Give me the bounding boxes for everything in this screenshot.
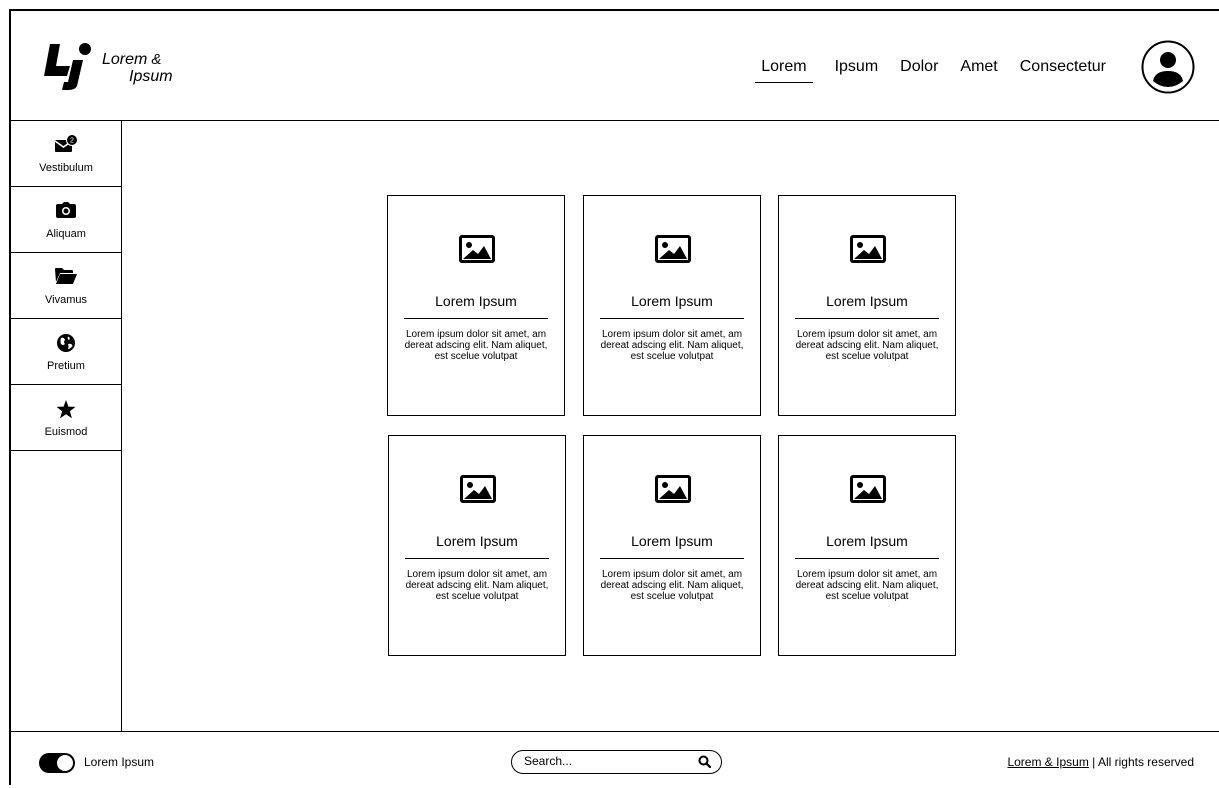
image-icon <box>655 235 691 263</box>
card-title: Lorem Ipsum <box>631 293 713 309</box>
nav-item-lorem[interactable]: Lorem <box>755 58 813 83</box>
sidebar-item-label: Euismod <box>44 426 88 438</box>
image-icon <box>655 475 691 503</box>
card-divider <box>404 318 548 319</box>
brand-name: Lorem & Ipsum <box>102 51 173 85</box>
card-text: Lorem ipsum dolor sit amet, am dereat ad… <box>795 569 939 602</box>
card-divider <box>600 318 744 319</box>
card-divider <box>600 558 744 559</box>
sidebar: 2 Vestibulum Aliquam Vivamus Pretium Eui… <box>11 121 122 731</box>
card-text: Lorem ipsum dolor sit amet, am dereat ad… <box>600 329 744 362</box>
nav-item-ipsum[interactable]: Ipsum <box>835 58 879 83</box>
image-icon <box>460 475 496 503</box>
sidebar-item-label: Vestibulum <box>39 162 93 174</box>
header: Lorem & Ipsum Lorem Ipsum Dolor Amet Cons… <box>11 11 1219 121</box>
card-title: Lorem Ipsum <box>435 293 517 309</box>
card[interactable]: Lorem Ipsum Lorem ipsum dolor sit amet, … <box>778 435 956 656</box>
sidebar-item-euismod[interactable]: Euismod <box>11 385 121 451</box>
card-title: Lorem Ipsum <box>826 533 908 549</box>
card-text: Lorem ipsum dolor sit amet, am dereat ad… <box>405 569 549 602</box>
copyright: Lorem & Ipsum | All rights reserved <box>1007 755 1194 769</box>
image-icon <box>850 475 886 503</box>
logo-icon <box>44 43 91 90</box>
folder-icon <box>55 268 77 284</box>
sidebar-item-aliquam[interactable]: Aliquam <box>11 187 121 253</box>
card[interactable]: Lorem Ipsum Lorem ipsum dolor sit amet, … <box>388 435 566 656</box>
mail-icon: 2 <box>54 134 78 152</box>
image-icon <box>459 235 495 263</box>
card-title: Lorem Ipsum <box>436 533 518 549</box>
copyright-link[interactable]: Lorem & Ipsum <box>1007 755 1088 769</box>
footer: Lorem Ipsum Lorem & Ipsum | All rights r… <box>11 731 1219 788</box>
card-divider <box>795 318 939 319</box>
sidebar-item-label: Vivamus <box>45 294 87 306</box>
search-input[interactable] <box>524 754 684 768</box>
mail-badge: 2 <box>70 138 74 145</box>
toggle-label: Lorem Ipsum <box>84 755 155 769</box>
camera-icon <box>56 202 76 218</box>
theme-toggle[interactable] <box>39 753 75 773</box>
search-box <box>511 750 722 774</box>
brand-line2: Ipsum <box>129 68 173 85</box>
sidebar-item-vestibulum[interactable]: 2 Vestibulum <box>11 121 121 187</box>
image-icon <box>850 235 886 263</box>
globe-icon <box>57 334 75 352</box>
card-title: Lorem Ipsum <box>826 293 908 309</box>
card-divider <box>405 558 549 559</box>
sidebar-item-vivamus[interactable]: Vivamus <box>11 253 121 319</box>
card-divider <box>795 558 939 559</box>
card-text: Lorem ipsum dolor sit amet, am dereat ad… <box>404 329 548 362</box>
sidebar-item-label: Pretium <box>47 360 85 372</box>
card-text: Lorem ipsum dolor sit amet, am dereat ad… <box>600 569 744 602</box>
card-text: Lorem ipsum dolor sit amet, am dereat ad… <box>795 329 939 362</box>
card[interactable]: Lorem Ipsum Lorem ipsum dolor sit amet, … <box>583 195 761 416</box>
nav-item-consectetur[interactable]: Consectetur <box>1020 58 1106 83</box>
toggle-knob <box>57 755 73 771</box>
user-avatar-icon[interactable] <box>1141 40 1195 94</box>
app-frame: Lorem & Ipsum Lorem Ipsum Dolor Amet Cons… <box>9 9 1219 785</box>
sidebar-item-label: Aliquam <box>46 228 86 240</box>
card[interactable]: Lorem Ipsum Lorem ipsum dolor sit amet, … <box>583 435 761 656</box>
top-nav: Lorem Ipsum Dolor Amet Consectetur <box>733 58 1106 83</box>
card[interactable]: Lorem Ipsum Lorem ipsum dolor sit amet, … <box>778 195 956 416</box>
copyright-text: | All rights reserved <box>1088 755 1194 769</box>
brand-line1: Lorem <box>102 51 148 68</box>
star-icon <box>56 400 76 419</box>
nav-item-dolor[interactable]: Dolor <box>900 58 938 83</box>
search-icon[interactable] <box>698 755 711 768</box>
card[interactable]: Lorem Ipsum Lorem ipsum dolor sit amet, … <box>387 195 565 416</box>
card-title: Lorem Ipsum <box>631 533 713 549</box>
nav-item-amet[interactable]: Amet <box>960 58 997 83</box>
sidebar-item-pretium[interactable]: Pretium <box>11 319 121 385</box>
brand-amp: & <box>151 51 162 68</box>
